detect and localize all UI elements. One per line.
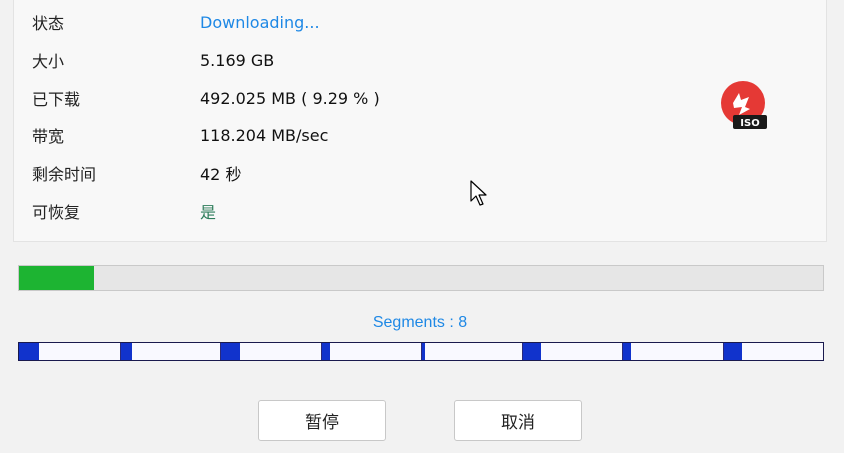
segment-progress-block xyxy=(119,343,132,360)
segment-progress-block xyxy=(622,343,632,360)
bandwidth-value: 118.204 MB/sec xyxy=(200,125,329,145)
download-info-panel: 状态 Downloading... 大小 5.169 GB 已下载 492.02… xyxy=(13,0,827,242)
segment-divider xyxy=(521,343,523,360)
segment-divider xyxy=(119,343,121,360)
segment-divider xyxy=(421,343,422,360)
status-label: 状态 xyxy=(32,14,65,33)
iso-badge-text: ISO xyxy=(740,118,759,129)
iso-file-icon: ISO xyxy=(721,81,767,129)
segment-progress-block xyxy=(320,343,330,360)
bandwidth-label: 带宽 xyxy=(32,127,65,146)
downloaded-label: 已下载 xyxy=(32,90,81,109)
segment-divider xyxy=(622,343,623,360)
cancel-button[interactable]: 取消 xyxy=(454,400,582,441)
download-progress-bar xyxy=(18,265,824,291)
segment-progress-block xyxy=(220,343,240,360)
resumable-label: 可恢复 xyxy=(32,203,81,222)
segments-label: Segments : 8 xyxy=(372,314,468,331)
segments-bar xyxy=(18,342,824,361)
status-value: Downloading... xyxy=(200,12,320,32)
segment-divider xyxy=(320,343,322,360)
downloaded-value: 492.025 MB ( 9.29 % ) xyxy=(200,88,380,108)
segment-divider xyxy=(722,343,724,360)
pause-button[interactable]: 暂停 xyxy=(258,400,386,441)
time-left-label: 剩余时间 xyxy=(32,165,97,184)
segment-progress-block xyxy=(19,343,39,360)
mouse-cursor-icon xyxy=(470,180,487,206)
size-label: 大小 xyxy=(32,52,65,71)
segment-progress-block xyxy=(722,343,743,360)
segment-progress-block xyxy=(521,343,542,360)
download-progress-fill xyxy=(19,266,94,290)
size-value: 5.169 GB xyxy=(200,50,275,70)
resumable-value: 是 xyxy=(200,203,217,222)
segment-divider xyxy=(220,343,221,360)
time-left-value: 42 秒 xyxy=(200,165,242,184)
